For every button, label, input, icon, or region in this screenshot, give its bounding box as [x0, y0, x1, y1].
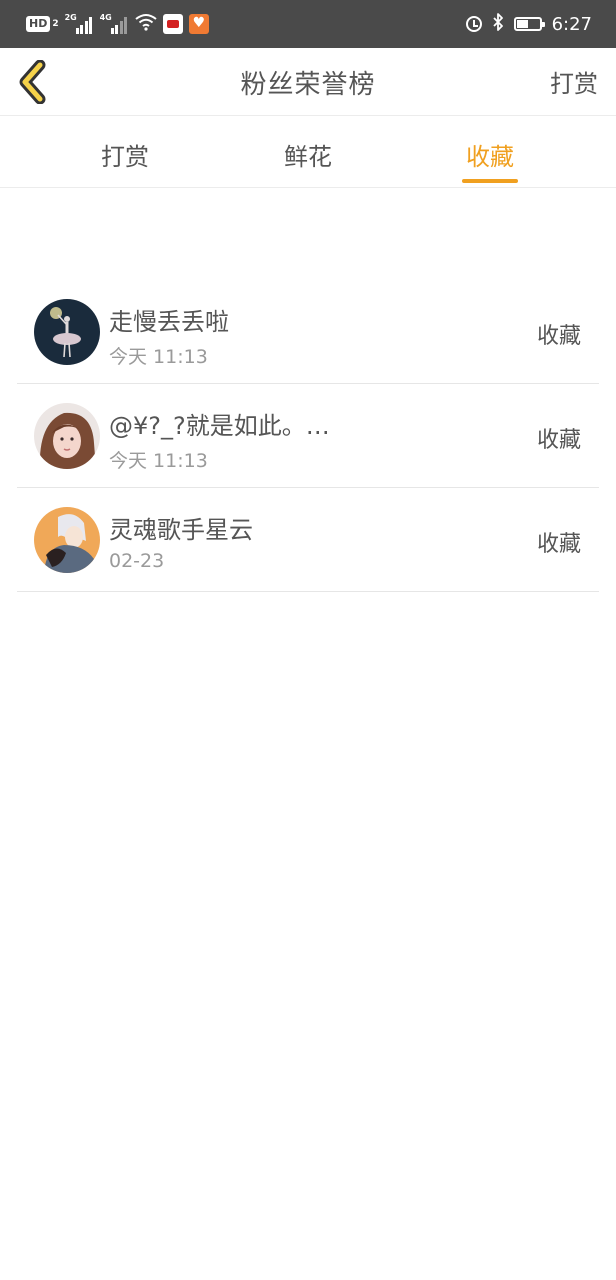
bluetooth-icon — [492, 13, 504, 35]
action-label: 收藏 — [536, 324, 581, 349]
status-left-icons: HD 2 2G 4G — [26, 12, 209, 36]
tab-flowers[interactable]: 鲜花 — [248, 137, 368, 172]
nav-bar: 粉丝荣誉榜 打赏 — [0, 48, 616, 116]
signal-2g-icon: 2G — [64, 13, 94, 34]
list-item[interactable]: @¥?_?就是如此。… 今天 11:13 收藏 — [17, 384, 599, 488]
anime-avatar[interactable] — [34, 507, 100, 573]
network-2g-label: 2G — [64, 13, 77, 22]
page-title: 粉丝荣誉榜 — [240, 70, 376, 100]
signal-4g-icon: 4G — [99, 13, 129, 34]
action-label: 收藏 — [536, 428, 581, 453]
timestamp: 02-23 — [109, 550, 165, 572]
tab-reward[interactable]: 打赏 — [65, 137, 185, 172]
reward-button[interactable]: 打赏 — [550, 64, 598, 99]
timestamp: 今天 11:13 — [109, 450, 208, 472]
heart-app-icon — [188, 14, 209, 34]
active-tab-indicator — [462, 179, 518, 183]
alarm-icon — [465, 16, 482, 32]
hd-label: HD — [26, 16, 51, 32]
action-label: 收藏 — [536, 532, 581, 557]
clock: 6:27 — [551, 13, 592, 35]
status-right-icons: 6:27 — [465, 12, 592, 36]
list-item[interactable]: 走慢丢丢啦 今天 11:13 收藏 — [17, 280, 599, 384]
user-name: 灵魂歌手星云 — [109, 516, 253, 544]
hd-sub: 2 — [52, 19, 59, 29]
network-4g-label: 4G — [99, 13, 112, 22]
tab-bar: 打赏 鲜花 收藏 — [0, 117, 616, 188]
news-app-icon — [162, 14, 183, 34]
hd-indicator: HD 2 — [26, 16, 59, 32]
fan-list: 走慢丢丢啦 今天 11:13 收藏 @¥?_?就是如此。… 今天 11:13 收… — [0, 280, 616, 592]
status-bar: HD 2 2G 4G 6:27 — [0, 0, 616, 48]
girl-photo-avatar[interactable] — [34, 403, 100, 469]
user-name: 走慢丢丢啦 — [109, 308, 229, 336]
list-item[interactable]: 灵魂歌手星云 02-23 收藏 — [17, 488, 599, 592]
tab-favorites[interactable]: 收藏 — [430, 137, 550, 172]
timestamp: 今天 11:13 — [109, 346, 208, 368]
user-name: @¥?_?就是如此。… — [109, 412, 330, 440]
battery-icon — [513, 17, 545, 31]
ballerina-avatar[interactable] — [34, 299, 100, 365]
wifi-icon — [134, 13, 157, 35]
